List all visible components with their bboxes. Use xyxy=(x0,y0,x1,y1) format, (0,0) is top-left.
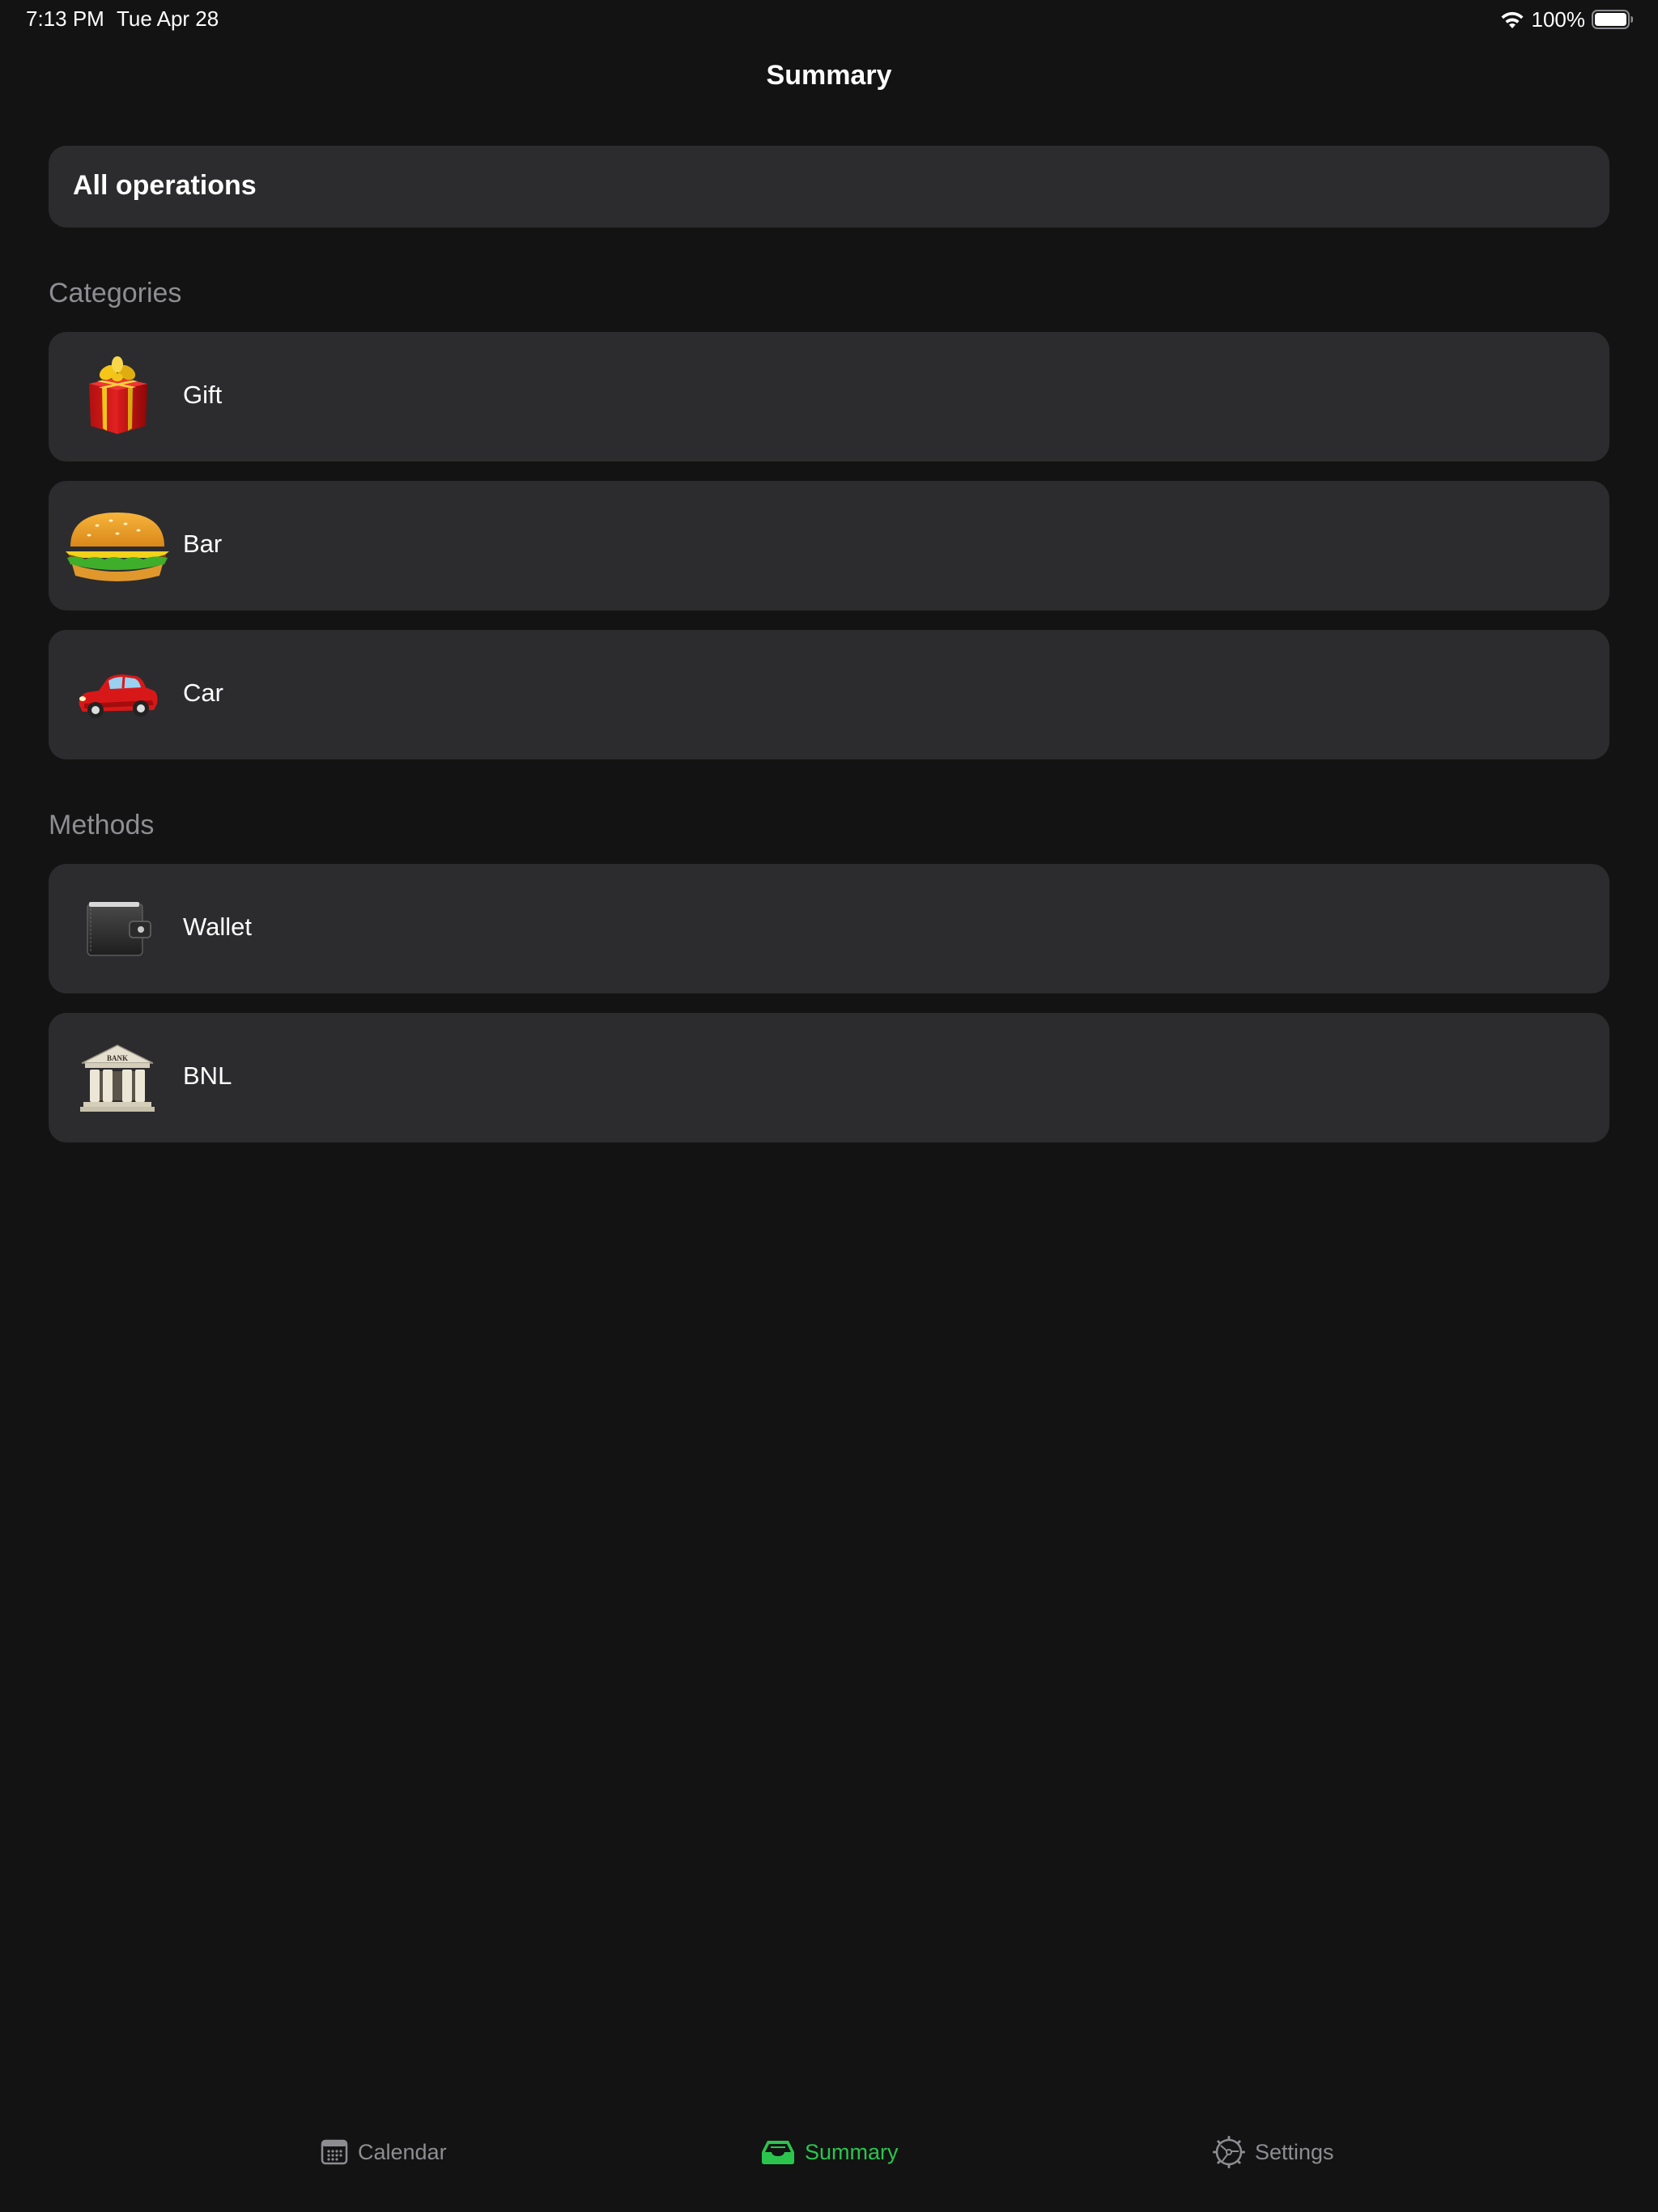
method-label-wallet: Wallet xyxy=(183,912,252,941)
gear-icon xyxy=(1213,2136,1245,2168)
category-item-gift[interactable]: Gift xyxy=(49,332,1609,462)
category-label-car: Car xyxy=(183,678,223,707)
bank-sign-text: BANK xyxy=(107,1054,128,1062)
tab-calendar-label: Calendar xyxy=(358,2139,447,2164)
method-label-bnl: BNL xyxy=(183,1061,232,1090)
status-bar: 7:13 PM Tue Apr 28 100% xyxy=(0,0,1658,39)
method-item-bnl[interactable]: BANK BNL xyxy=(49,1013,1609,1142)
battery-icon xyxy=(1592,10,1633,29)
tab-settings[interactable]: Settings xyxy=(1213,2134,1334,2170)
summary-screen: 7:13 PM Tue Apr 28 100% Summary All oper… xyxy=(0,0,1658,2212)
bank-icon: BANK xyxy=(73,1034,162,1123)
tab-settings-label: Settings xyxy=(1255,2139,1334,2164)
burger-icon xyxy=(60,502,175,591)
methods-header: Methods xyxy=(49,810,155,840)
calendar-icon xyxy=(321,2139,348,2165)
tray-icon xyxy=(762,2141,794,2164)
wallet-icon xyxy=(73,885,162,974)
category-label-bar: Bar xyxy=(183,530,223,558)
tab-calendar[interactable]: Calendar xyxy=(321,2134,447,2170)
wifi-icon xyxy=(1501,11,1523,28)
all-operations-button[interactable]: All operations xyxy=(49,146,1609,228)
tab-summary-label: Summary xyxy=(805,2139,899,2164)
category-item-car[interactable]: Car xyxy=(49,630,1609,759)
method-item-wallet[interactable]: Wallet xyxy=(49,864,1609,993)
car-icon xyxy=(73,651,162,740)
status-date: Tue Apr 28 xyxy=(117,6,219,31)
category-item-bar[interactable]: Bar xyxy=(49,481,1609,610)
page-title: Summary xyxy=(766,60,892,91)
categories-header: Categories xyxy=(49,278,182,308)
status-indicators: 100% xyxy=(1499,5,1635,34)
all-operations-label: All operations xyxy=(73,170,257,201)
battery-percentage: 100% xyxy=(1531,6,1586,32)
tab-bar: Calendar Summary Settings xyxy=(0,2089,1658,2212)
tab-summary[interactable]: Summary xyxy=(761,2134,899,2170)
status-time: 7:13 PM xyxy=(26,6,104,31)
category-label-gift: Gift xyxy=(183,381,223,409)
gift-icon xyxy=(73,353,162,442)
